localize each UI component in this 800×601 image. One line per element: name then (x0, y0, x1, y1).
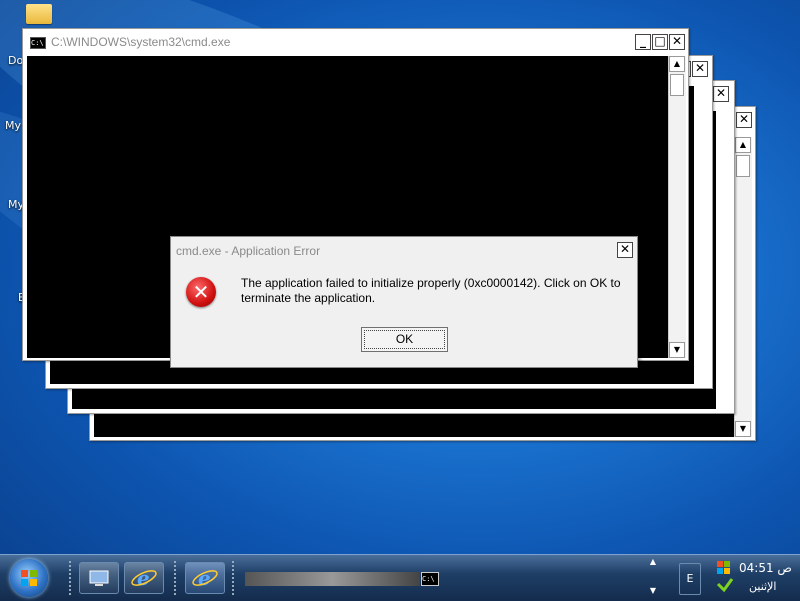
windows-logo-icon (21, 570, 37, 586)
scroll-down-button[interactable]: ▼ (669, 342, 685, 358)
show-desktop-quicklaunch[interactable] (79, 562, 119, 594)
taskbar-cmd-button[interactable] (245, 572, 420, 586)
close-button[interactable]: ✕ (713, 86, 729, 102)
desktop-icon-label[interactable]: Do (8, 54, 23, 67)
internet-explorer-icon: e (131, 566, 157, 590)
title-bar[interactable]: C:\ C:\WINDOWS\system32\cmd.exe _ □ ✕ (23, 29, 688, 55)
error-message: The application failed to initialize pro… (241, 276, 621, 305)
clock-time[interactable]: 04:51 ص (739, 561, 792, 575)
vertical-scrollbar[interactable]: ▲ ▼ (734, 137, 752, 437)
dialog-close-button[interactable]: ✕ (617, 242, 633, 258)
start-button[interactable] (10, 559, 48, 597)
folder-icon[interactable] (26, 4, 52, 24)
taskbar-scroll[interactable]: ▲ ▼ (647, 557, 659, 599)
svg-text:e: e (198, 566, 211, 590)
scroll-down-button[interactable]: ▼ (647, 586, 659, 595)
ok-button[interactable]: OK (361, 327, 448, 352)
window-title: C:\WINDOWS\system32\cmd.exe (51, 35, 231, 49)
minimize-button[interactable]: _ (635, 34, 651, 50)
taskbar-separator (69, 561, 71, 595)
desktop-icon-label[interactable]: My (5, 119, 21, 132)
close-button[interactable]: ✕ (736, 112, 752, 128)
desktop-icon (89, 570, 109, 586)
internet-explorer-quicklaunch[interactable]: e (124, 562, 164, 594)
taskbar-ie-button[interactable]: e (185, 562, 225, 594)
vertical-scrollbar[interactable]: ▲ ▼ (668, 56, 686, 358)
scroll-up-button[interactable]: ▲ (735, 137, 751, 153)
close-button[interactable]: ✕ (692, 61, 708, 77)
internet-explorer-icon: e (192, 566, 218, 590)
scroll-up-button[interactable]: ▲ (669, 56, 685, 72)
dialog-title: cmd.exe - Application Error (176, 244, 321, 258)
clock-day[interactable]: الإثنين (749, 580, 776, 593)
cmd-icon: C:\ (30, 37, 46, 49)
application-error-dialog[interactable]: cmd.exe - Application Error ✕ ✕ The appl… (170, 236, 638, 368)
taskbar-separator (232, 561, 234, 595)
maximize-button[interactable]: □ (652, 34, 668, 50)
tray-icons (716, 561, 734, 593)
svg-text:e: e (137, 566, 150, 590)
show-desktop-button[interactable]: E (679, 563, 701, 595)
scroll-down-button[interactable]: ▼ (735, 421, 751, 437)
scroll-thumb[interactable] (736, 155, 750, 177)
scroll-up-button[interactable]: ▲ (647, 557, 659, 566)
scroll-thumb[interactable] (670, 74, 684, 96)
taskbar-separator (174, 561, 176, 595)
error-icon: ✕ (186, 277, 216, 307)
close-button[interactable]: ✕ (669, 34, 685, 50)
cmd-icon: C:\ (421, 572, 439, 586)
taskbar: e e C:\ ▲ ▼ E 04:51 ص الإثنين (0, 554, 800, 601)
